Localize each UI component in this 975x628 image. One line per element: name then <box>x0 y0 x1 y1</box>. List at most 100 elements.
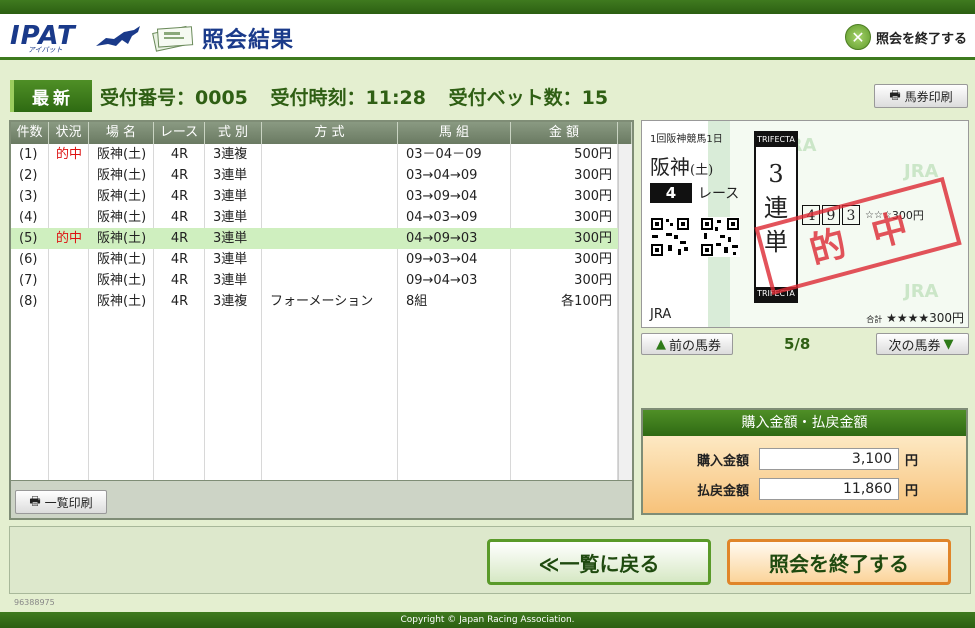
row-method <box>262 186 398 207</box>
row-method <box>262 270 398 291</box>
purchase-unit: 円 <box>905 453 919 469</box>
row-amount: 300円 <box>574 210 612 225</box>
ticket-race-suffix: レース <box>698 186 740 202</box>
arrow-down-icon: ▼ <box>943 336 954 352</box>
row-race: 4R <box>170 231 189 246</box>
row-amount: 300円 <box>574 231 612 246</box>
payout-label: 払戻金額 <box>696 483 749 499</box>
row-venue: 阪神(土) <box>97 252 147 267</box>
next-ticket-label: 次の馬券 <box>888 338 941 354</box>
header-count: 件数 <box>11 122 49 144</box>
purchase-amount: 3,100 <box>759 448 899 470</box>
row-venue: 阪神(土) <box>97 168 147 183</box>
row-method <box>262 144 398 165</box>
row-race: 4R <box>170 210 189 225</box>
row-race: 4R <box>170 147 189 162</box>
row-race: 4R <box>170 294 189 309</box>
header-status: 状況 <box>49 122 89 144</box>
row-venue: 阪神(土) <box>97 147 147 162</box>
table-scrollbar[interactable] <box>618 144 632 518</box>
header-race: レース <box>154 122 205 144</box>
print-list-label: 一覧印刷 <box>44 495 93 510</box>
qr-code-icon <box>650 217 690 257</box>
bet-count: 受付ベット数：15 <box>448 86 609 109</box>
row-venue: 阪神(土) <box>97 189 147 204</box>
printer-icon: 🖶 <box>29 493 41 508</box>
row-race: 4R <box>170 273 189 288</box>
totals-panel: 購入金額・払戻金額 購入金額 3,100 円 払戻金額 11,860 円 <box>641 408 968 515</box>
row-bet-type: 3連単 <box>213 273 248 288</box>
row-status <box>49 291 89 312</box>
jra-watermark: JRA <box>904 281 939 302</box>
header-method: 方 式 <box>262 122 398 144</box>
ticket-race-number: 4 <box>650 183 692 203</box>
row-method <box>262 165 398 186</box>
table-row[interactable]: (3) 阪神(土) 4R 3連単 03→09→04 300円 <box>11 186 632 207</box>
ticket-kind-1: 3 <box>768 160 784 188</box>
close-icon: ✕ <box>844 24 871 50</box>
row-status <box>49 249 89 270</box>
row-combination: 04→03→09 <box>406 210 478 225</box>
arrow-up-icon: ▲ <box>655 336 666 352</box>
print-list-button[interactable]: 🖶 一覧印刷 <box>15 490 107 514</box>
tickets-icon <box>152 25 194 52</box>
table-header: 件数 状況 場 名 レース 式 別 方 式 馬 組 金 額 <box>11 122 632 144</box>
ticket-image: JRA JRA JRA 1回阪神競馬1日 阪神(土) 4 レース TRIFECT… <box>641 120 969 328</box>
row-status: 的中 <box>55 231 82 246</box>
exit-inquiry-top-button[interactable]: ✕ 照会を終了する <box>844 23 967 51</box>
row-count: (3) <box>19 189 38 204</box>
row-amount: 各100円 <box>561 294 612 309</box>
ticket-jra: JRA <box>650 307 672 322</box>
row-status: 的中 <box>55 147 82 162</box>
purchase-line: 購入金額 3,100 円 <box>643 448 918 470</box>
prev-ticket-button[interactable]: ▲ 前の馬券 <box>641 333 733 355</box>
screen-id: 96388975 <box>14 598 55 607</box>
row-combination: 09→03→04 <box>406 252 478 267</box>
ticket-total-stars: ★★★★ <box>886 311 930 325</box>
back-to-list-button[interactable]: ≪一覧に戻る <box>487 539 711 585</box>
table-row[interactable]: (8) 阪神(土) 4R 3連複 フォーメーション 8組 各100円 <box>11 291 632 312</box>
row-method <box>262 207 398 228</box>
qr-code-icon <box>700 217 740 257</box>
table-row[interactable]: (1) 的中 阪神(土) 4R 3連複 03－04－09 500円 <box>11 144 632 165</box>
row-bet-type: 3連単 <box>213 189 248 204</box>
receipt-info: 受付番号：0005 受付時刻：11:28 受付ベット数：15 <box>100 83 624 110</box>
ticket-total: 合計 ★★★★300円 <box>866 309 964 326</box>
row-combination: 03→09→04 <box>406 189 478 204</box>
table-row-selected[interactable]: (5) 的中 阪神(土) 4R 3連単 04→09→03 300円 <box>11 228 632 249</box>
row-bet-type: 3連複 <box>213 147 248 162</box>
table-row[interactable]: (4) 阪神(土) 4R 3連単 04→03→09 300円 <box>11 207 632 228</box>
table-row[interactable]: (7) 阪神(土) 4R 3連単 09→04→03 300円 <box>11 270 632 291</box>
row-count: (7) <box>19 273 38 288</box>
ticket-race: 4 レース <box>650 183 739 203</box>
row-amount: 300円 <box>574 189 612 204</box>
table-row[interactable]: (6) 阪神(土) 4R 3連単 09→03→04 300円 <box>11 249 632 270</box>
ticket-venue-name: 阪神 <box>650 155 690 179</box>
row-status <box>49 165 89 186</box>
row-method <box>262 249 398 270</box>
row-venue: 阪神(土) <box>97 210 147 225</box>
row-combination: 03→04→09 <box>406 168 478 183</box>
payout-amount: 11,860 <box>759 478 899 500</box>
ticket-band-top: TRIFECTA <box>756 133 796 147</box>
ticket-venue: 阪神(土) <box>650 151 713 180</box>
row-status <box>49 186 89 207</box>
ticket-page-indicator: 5/8 <box>784 335 811 353</box>
receipt-number: 受付番号：0005 <box>100 86 248 109</box>
payout-line: 払戻金額 11,860 円 <box>643 478 918 500</box>
table-row[interactable]: (2) 阪神(土) 4R 3連単 03→04→09 300円 <box>11 165 632 186</box>
header: IPAT アイパット 照会結果 ✕ 照会を終了する <box>0 14 975 60</box>
next-ticket-button[interactable]: 次の馬券 ▼ <box>876 333 969 355</box>
print-ticket-label: 馬券印刷 <box>904 89 953 104</box>
horse-icon <box>96 26 140 46</box>
exit-inquiry-top-label: 照会を終了する <box>875 31 967 47</box>
row-count: (8) <box>19 294 38 309</box>
exit-inquiry-button[interactable]: 照会を終了する <box>727 539 951 585</box>
row-bet-type: 3連複 <box>213 294 248 309</box>
row-combination: 04→09→03 <box>406 231 478 246</box>
row-bet-type: 3連単 <box>213 252 248 267</box>
print-ticket-button[interactable]: 🖶 馬券印刷 <box>874 84 968 108</box>
row-venue: 阪神(土) <box>97 231 147 246</box>
top-bar <box>0 0 975 14</box>
row-amount: 500円 <box>574 147 612 162</box>
